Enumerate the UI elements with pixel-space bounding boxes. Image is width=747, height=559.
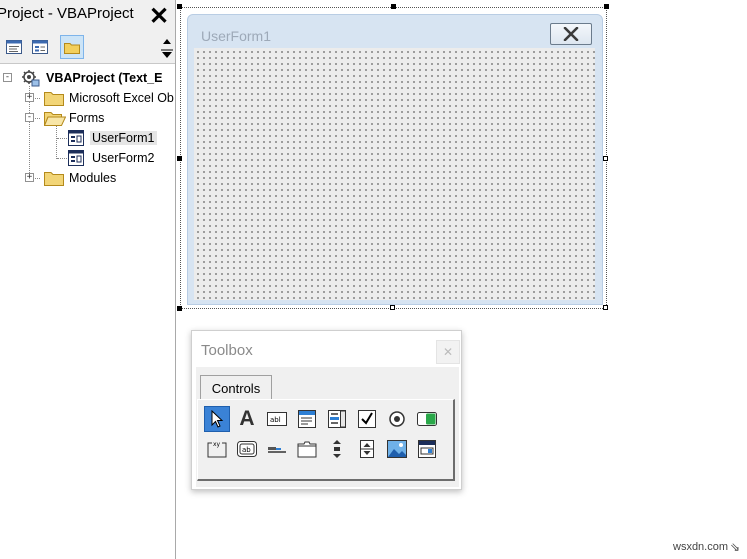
resize-handle[interactable] — [177, 156, 182, 161]
controls-panel: A abl xy ab — [197, 399, 455, 481]
tree-node-excel-objects[interactable]: + Microsoft Excel Ob — [0, 88, 175, 108]
userform-caption: UserForm1 — [201, 28, 272, 44]
resize-handle[interactable] — [603, 305, 608, 310]
close-icon: ✕ — [442, 345, 454, 359]
select-objects-tool[interactable] — [204, 406, 230, 432]
scrollbar-tool[interactable] — [324, 436, 350, 462]
frame-tool[interactable]: xy — [204, 436, 230, 462]
project-explorer-titlebar: Project - VBAProject ✕ — [0, 0, 175, 30]
userform-window[interactable]: UserForm1 — [187, 14, 603, 305]
project-explorer-title: Project - VBAProject — [0, 5, 134, 22]
tree-node-modules[interactable]: + Modules — [0, 168, 175, 188]
textbox-tool[interactable]: abl — [264, 406, 290, 432]
resize-handle[interactable] — [603, 156, 608, 161]
multipage-icon — [297, 441, 317, 458]
textbox-icon: abl — [267, 412, 287, 426]
collapse-root-toggle[interactable]: - — [3, 73, 12, 82]
image-icon — [387, 440, 407, 458]
listbox-icon — [328, 410, 346, 428]
close-pane-button[interactable]: ✕ — [146, 2, 172, 30]
watermark-text: wsxdn.com — [673, 541, 729, 553]
toggle-folders-button[interactable] — [60, 35, 84, 59]
collapse-toggle[interactable]: - — [25, 113, 34, 122]
tabstrip-tool[interactable] — [264, 436, 290, 462]
frame-icon: xy — [207, 441, 227, 458]
project-explorer-pane: Project - VBAProject ✕ - VBAProject (Tex… — [0, 0, 176, 559]
view-object-button[interactable] — [28, 35, 52, 59]
tree-node-label: UserForm1 — [90, 131, 157, 145]
project-tree: - VBAProject (Text_E + Microsoft Excel O… — [0, 64, 175, 559]
userform-close-button[interactable] — [550, 23, 592, 45]
resize-handle[interactable] — [604, 4, 609, 9]
userform-icon — [68, 130, 84, 146]
tree-node-root[interactable]: - VBAProject (Text_E — [0, 68, 175, 88]
refedit-tool[interactable] — [414, 436, 440, 462]
chevron-up-icon — [161, 39, 173, 58]
tree-node-forms[interactable]: - Forms — [0, 108, 175, 128]
label-tool[interactable]: A — [234, 406, 260, 432]
select-objects-icon — [211, 410, 224, 428]
toolbox-close-button[interactable]: ✕ — [436, 340, 460, 364]
expand-toggle[interactable]: + — [25, 93, 34, 102]
tab-controls[interactable]: Controls — [200, 375, 272, 400]
toolbox-window[interactable]: Toolbox ✕ Controls A abl xy ab — [191, 330, 462, 490]
tabstrip-icon — [268, 447, 286, 453]
multipage-tool[interactable] — [294, 436, 320, 462]
toolbox-title: Toolbox — [201, 342, 253, 359]
combobox-icon — [298, 410, 316, 428]
optionbutton-tool[interactable] — [384, 406, 410, 432]
refedit-icon — [418, 440, 436, 458]
folder-icon — [44, 92, 64, 106]
tab-label: Controls — [211, 380, 261, 396]
tree-node-userform2[interactable]: UserForm2 — [0, 148, 175, 168]
userform-grid-canvas[interactable] — [194, 48, 595, 300]
resize-handle[interactable] — [391, 4, 396, 9]
userform-icon — [68, 150, 84, 166]
expand-toggle[interactable]: + — [25, 173, 34, 182]
spinbutton-tool[interactable] — [354, 436, 380, 462]
project-explorer-toolbar — [0, 30, 175, 64]
toolbox-body: Controls A abl xy ab — [196, 367, 459, 487]
close-icon: ✕ — [148, 2, 170, 30]
resize-handle[interactable] — [177, 4, 182, 9]
listbox-tool[interactable] — [324, 406, 350, 432]
tree-node-label: Forms — [69, 111, 105, 125]
label-icon: A — [239, 407, 255, 430]
checkbox-tool[interactable] — [354, 406, 380, 432]
scrollbar-icon — [333, 440, 341, 458]
image-tool[interactable] — [384, 436, 410, 462]
commandbutton-tool[interactable]: ab — [234, 436, 260, 462]
resize-grip-icon[interactable]: ⇘ — [730, 540, 740, 554]
view-code-button[interactable] — [2, 35, 26, 59]
tree-node-label: VBAProject (Text_E — [46, 71, 163, 85]
open-folder-icon — [44, 112, 66, 126]
svg-text:xy: xy — [213, 441, 221, 448]
close-icon — [563, 27, 579, 41]
optionbutton-icon — [389, 411, 405, 427]
resize-handle[interactable] — [390, 305, 395, 310]
togglebutton-icon — [417, 412, 437, 426]
toolbar-overflow[interactable] — [158, 30, 175, 64]
checkbox-icon — [358, 410, 376, 428]
tree-node-label: UserForm2 — [92, 151, 155, 165]
toggle-folders-icon — [64, 42, 80, 54]
spinbutton-icon — [360, 440, 374, 458]
combobox-tool[interactable] — [294, 406, 320, 432]
view-code-icon — [6, 40, 22, 54]
resize-handle[interactable] — [177, 306, 182, 311]
tree-node-label: Modules — [69, 171, 117, 185]
tree-node-label: Microsoft Excel Ob — [69, 91, 174, 105]
togglebutton-tool[interactable] — [414, 406, 440, 432]
vba-editor-window: Project - VBAProject ✕ - VBAProject (Tex… — [0, 0, 747, 559]
view-object-icon — [32, 40, 48, 54]
svg-text:abl: abl — [270, 416, 281, 424]
commandbutton-icon: ab — [237, 441, 257, 457]
vba-project-icon — [22, 70, 40, 87]
svg-text:ab: ab — [242, 446, 251, 454]
tree-node-userform1[interactable]: UserForm1 — [0, 128, 175, 148]
folder-icon — [44, 172, 64, 186]
